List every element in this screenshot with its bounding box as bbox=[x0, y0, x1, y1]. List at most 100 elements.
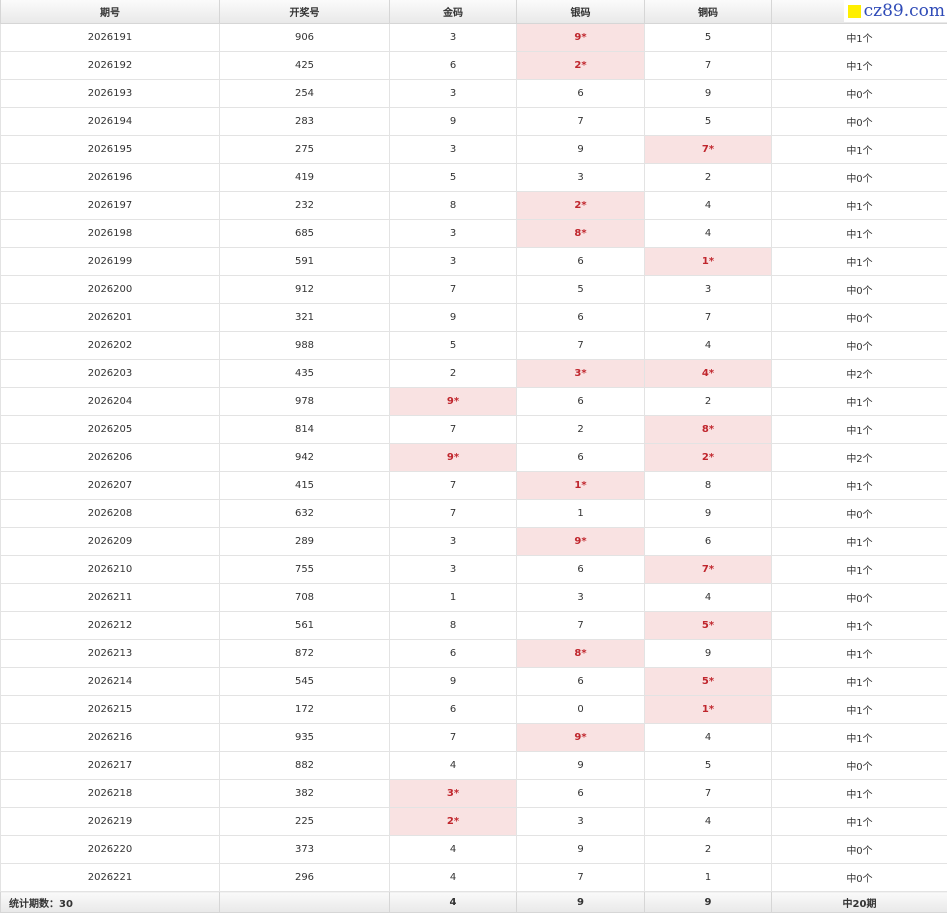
table-row: 2026210 755 3 6 7* 中1个 bbox=[0, 555, 947, 584]
issue-cell: 2026198 bbox=[0, 219, 220, 248]
silver-code-cell: 6 bbox=[516, 779, 645, 808]
hit-count-cell: 中0个 bbox=[771, 499, 947, 528]
table-row: 2026195 275 3 9 7* 中1个 bbox=[0, 135, 947, 164]
draw-number-cell: 225 bbox=[219, 807, 390, 836]
hit-count-cell: 中0个 bbox=[771, 303, 947, 332]
draw-number-cell: 296 bbox=[219, 863, 390, 892]
bronze-code-cell: 4 bbox=[644, 219, 772, 248]
footer-total-hits: 中20期 bbox=[771, 891, 947, 913]
issue-cell: 2026208 bbox=[0, 499, 220, 528]
table-row: 2026191 906 3 9* 5 中1个 bbox=[0, 23, 947, 52]
bronze-code-cell: 8 bbox=[644, 471, 772, 500]
site-logo: cz89.com bbox=[843, 0, 947, 22]
bronze-code-cell: 7 bbox=[644, 303, 772, 332]
gold-code-cell: 5 bbox=[389, 163, 517, 192]
draw-number-cell: 591 bbox=[219, 247, 390, 276]
gold-code-cell: 6 bbox=[389, 695, 517, 724]
gold-code-cell: 5 bbox=[389, 331, 517, 360]
table-row: 2026196 419 5 3 2 中0个 bbox=[0, 163, 947, 192]
table-row: 2026215 172 6 0 1* 中1个 bbox=[0, 695, 947, 724]
bronze-code-cell: 4 bbox=[644, 583, 772, 612]
issue-cell: 2026211 bbox=[0, 583, 220, 612]
hit-count-cell: 中1个 bbox=[771, 191, 947, 220]
gold-code-cell: 3* bbox=[389, 779, 517, 808]
issue-cell: 2026210 bbox=[0, 555, 220, 584]
silver-code-cell: 6 bbox=[516, 79, 645, 108]
bronze-code-cell: 6 bbox=[644, 527, 772, 556]
silver-code-cell: 8* bbox=[516, 219, 645, 248]
bronze-code-cell: 7 bbox=[644, 51, 772, 80]
hit-count-cell: 中0个 bbox=[771, 79, 947, 108]
hit-count-cell: 中1个 bbox=[771, 527, 947, 556]
bronze-code-cell: 2 bbox=[644, 163, 772, 192]
gold-code-cell: 9 bbox=[389, 107, 517, 136]
table-row: 2026194 283 9 7 5 中0个 bbox=[0, 107, 947, 136]
gold-code-cell: 9 bbox=[389, 303, 517, 332]
hit-count-cell: 中0个 bbox=[771, 863, 947, 892]
silver-code-cell: 8* bbox=[516, 639, 645, 668]
issue-cell: 2026215 bbox=[0, 695, 220, 724]
draw-number-cell: 425 bbox=[219, 51, 390, 80]
table-row: 2026202 988 5 7 4 中0个 bbox=[0, 331, 947, 360]
draw-number-cell: 415 bbox=[219, 471, 390, 500]
issue-cell: 2026218 bbox=[0, 779, 220, 808]
table-row: 2026217 882 4 9 5 中0个 bbox=[0, 751, 947, 780]
table-row: 2026221 296 4 7 1 中0个 bbox=[0, 863, 947, 892]
silver-code-cell: 2 bbox=[516, 415, 645, 444]
gold-code-cell: 9* bbox=[389, 387, 517, 416]
bronze-code-cell: 4 bbox=[644, 191, 772, 220]
table-row: 2026192 425 6 2* 7 中1个 bbox=[0, 51, 947, 80]
issue-cell: 2026207 bbox=[0, 471, 220, 500]
gold-code-cell: 8 bbox=[389, 611, 517, 640]
draw-number-cell: 283 bbox=[219, 107, 390, 136]
issue-cell: 2026209 bbox=[0, 527, 220, 556]
bronze-code-cell: 5* bbox=[644, 611, 772, 640]
hit-count-cell: 中0个 bbox=[771, 331, 947, 360]
table-row: 2026199 591 3 6 1* 中1个 bbox=[0, 247, 947, 276]
silver-code-cell: 3 bbox=[516, 163, 645, 192]
draw-number-cell: 882 bbox=[219, 751, 390, 780]
draw-number-cell: 988 bbox=[219, 331, 390, 360]
silver-code-cell: 7 bbox=[516, 331, 645, 360]
draw-number-cell: 373 bbox=[219, 835, 390, 864]
header-issue: 期号 bbox=[0, 0, 220, 24]
bronze-code-cell: 5* bbox=[644, 667, 772, 696]
header-row: 期号 开奖号 金码 银码 铜码 bbox=[0, 0, 947, 24]
issue-cell: 2026199 bbox=[0, 247, 220, 276]
issue-cell: 2026191 bbox=[0, 23, 220, 52]
draw-number-cell: 435 bbox=[219, 359, 390, 388]
header-bronze-code: 铜码 bbox=[644, 0, 772, 24]
silver-code-cell: 7 bbox=[516, 863, 645, 892]
gold-code-cell: 9 bbox=[389, 667, 517, 696]
draw-number-cell: 561 bbox=[219, 611, 390, 640]
gold-code-cell: 4 bbox=[389, 751, 517, 780]
bronze-code-cell: 4 bbox=[644, 331, 772, 360]
issue-cell: 2026203 bbox=[0, 359, 220, 388]
issue-cell: 2026212 bbox=[0, 611, 220, 640]
draw-number-cell: 872 bbox=[219, 639, 390, 668]
hit-count-cell: 中2个 bbox=[771, 359, 947, 388]
footer-bronze-hits: 9 bbox=[644, 891, 772, 913]
hit-count-cell: 中1个 bbox=[771, 51, 947, 80]
draw-number-cell: 275 bbox=[219, 135, 390, 164]
table-row: 2026206 942 9* 6 2* 中2个 bbox=[0, 443, 947, 472]
issue-cell: 2026197 bbox=[0, 191, 220, 220]
header-draw-number: 开奖号 bbox=[219, 0, 390, 24]
table-row: 2026198 685 3 8* 4 中1个 bbox=[0, 219, 947, 248]
hit-count-cell: 中0个 bbox=[771, 835, 947, 864]
draw-number-cell: 912 bbox=[219, 275, 390, 304]
gold-code-cell: 7 bbox=[389, 499, 517, 528]
draw-number-cell: 906 bbox=[219, 23, 390, 52]
table-row: 2026218 382 3* 6 7 中1个 bbox=[0, 779, 947, 808]
hit-count-cell: 中1个 bbox=[771, 723, 947, 752]
table-row: 2026201 321 9 6 7 中0个 bbox=[0, 303, 947, 332]
table-row: 2026193 254 3 6 9 中0个 bbox=[0, 79, 947, 108]
issue-cell: 2026213 bbox=[0, 639, 220, 668]
hit-count-cell: 中0个 bbox=[771, 751, 947, 780]
table-row: 2026204 978 9* 6 2 中1个 bbox=[0, 387, 947, 416]
draw-number-cell: 419 bbox=[219, 163, 390, 192]
bronze-code-cell: 8* bbox=[644, 415, 772, 444]
table-row: 2026213 872 6 8* 9 中1个 bbox=[0, 639, 947, 668]
draw-number-cell: 935 bbox=[219, 723, 390, 752]
issue-cell: 2026193 bbox=[0, 79, 220, 108]
